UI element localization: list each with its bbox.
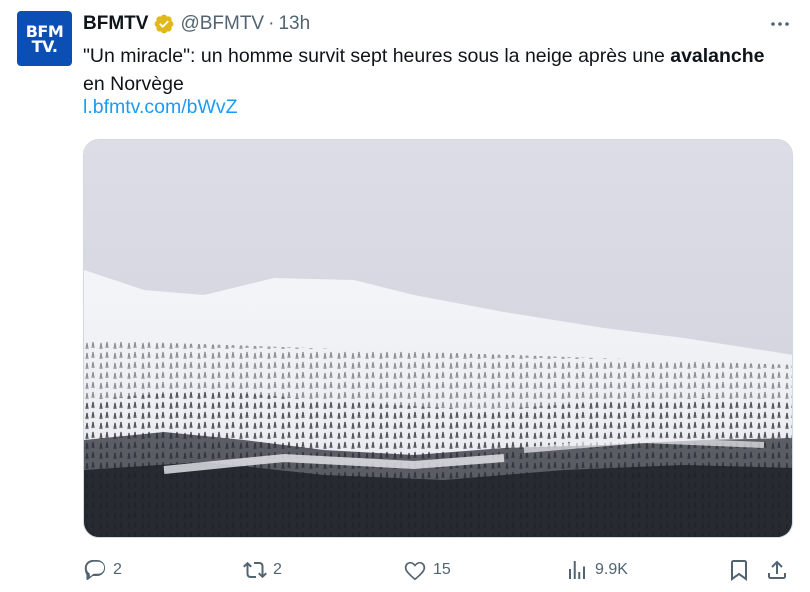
like-icon (404, 562, 426, 581)
tweet-link[interactable]: l.bfmtv.com/bWvZ (83, 96, 238, 119)
reply-count: 2 (113, 561, 122, 578)
verified-badge-icon (155, 14, 174, 34)
views-button[interactable]: 9.9K (565, 556, 628, 584)
tweet-media-image[interactable] (83, 139, 793, 538)
reply-button[interactable]: 2 (83, 556, 122, 584)
snowy-mountain-photo (84, 140, 792, 537)
retweet-icon (243, 561, 267, 579)
share-icon (768, 560, 786, 579)
share-button[interactable] (765, 556, 789, 584)
retweet-count: 2 (273, 561, 282, 578)
avatar[interactable]: BFM TV. (17, 11, 72, 66)
tweet-actions: 2 2 15 9.9K (83, 556, 795, 584)
avatar-text-line2: TV. (31, 36, 58, 56)
like-count: 15 (433, 561, 451, 578)
retweet-button[interactable]: 2 (243, 556, 282, 584)
like-button[interactable]: 15 (403, 556, 451, 584)
author-handle[interactable]: @BFMTV (180, 13, 264, 35)
tweet-time[interactable]: 13h (278, 13, 310, 35)
more-icon[interactable] (768, 12, 792, 36)
bookmark-icon (731, 560, 747, 581)
tweet-text-bold: avalanche (670, 45, 765, 67)
tweet-text: "Un miracle": un homme survit sept heure… (83, 42, 783, 98)
tweet-text-part2: en Norvège (83, 73, 184, 95)
views-icon (569, 561, 585, 579)
separator-dot: · (268, 13, 275, 34)
tweet-text-part1: "Un miracle": un homme survit sept heure… (83, 45, 671, 67)
reply-icon (84, 560, 106, 580)
tweet-header: BFMTV @BFMTV · 13h (83, 12, 310, 36)
views-count: 9.9K (595, 561, 628, 578)
bookmark-button[interactable] (727, 556, 751, 584)
author-name[interactable]: BFMTV (83, 13, 148, 35)
